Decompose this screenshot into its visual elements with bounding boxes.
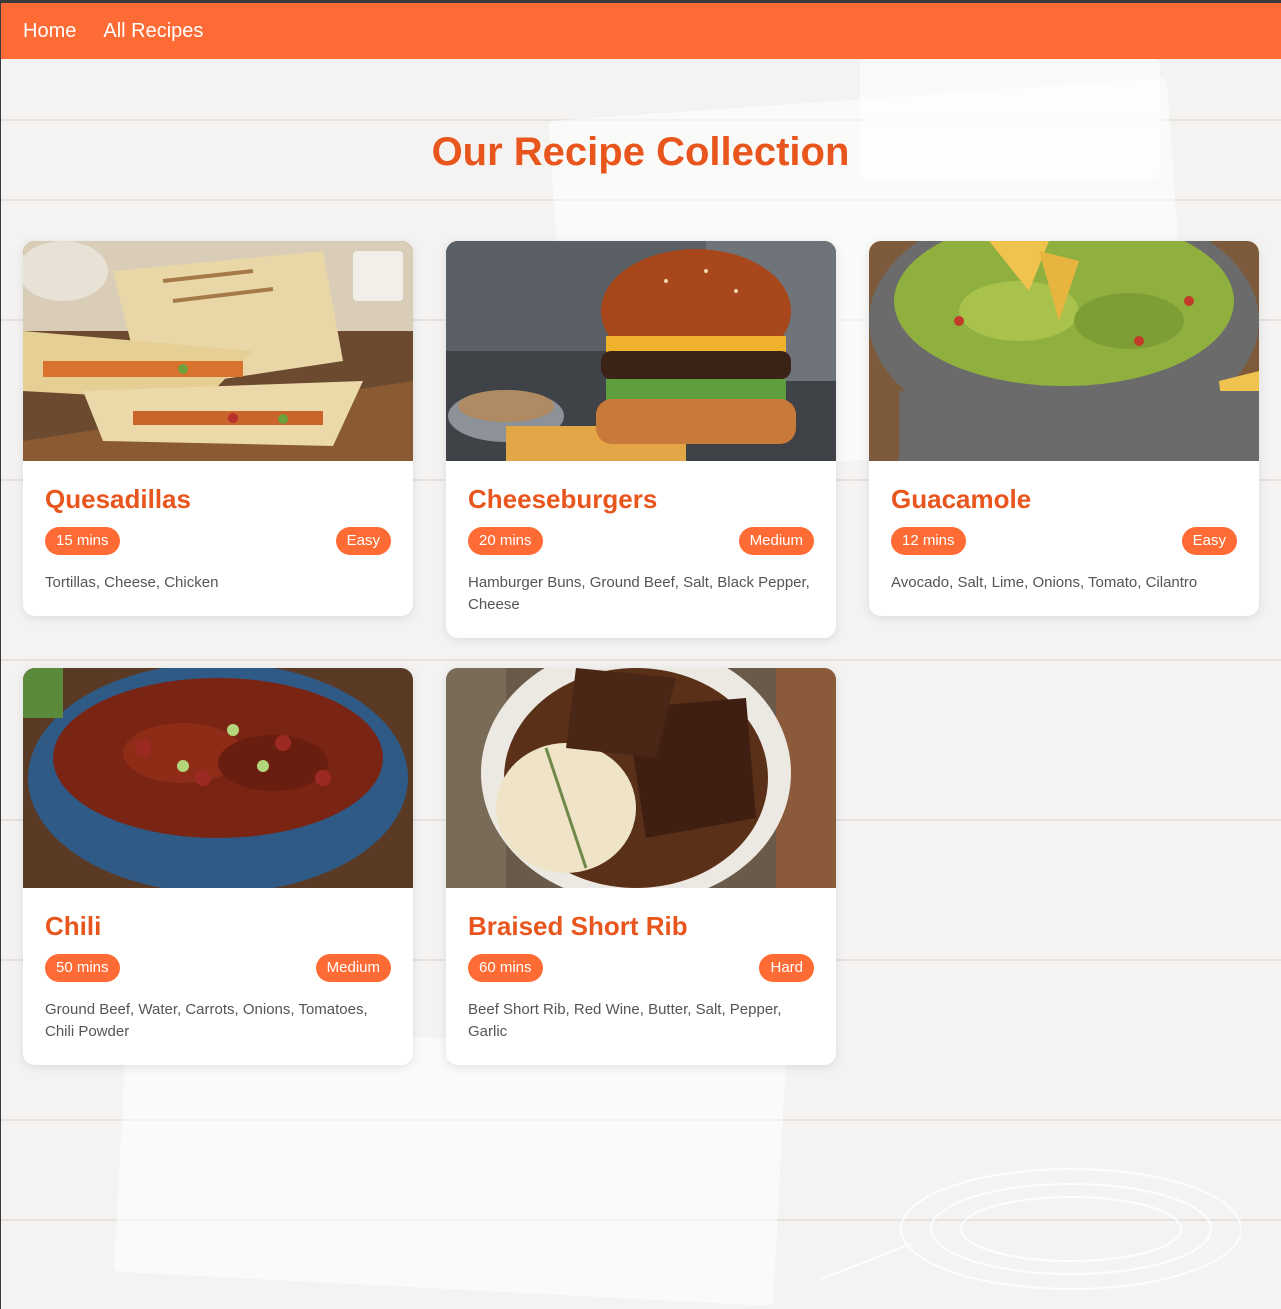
page-title: Our Recipe Collection <box>431 130 850 174</box>
recipe-title: Cheeseburgers <box>468 484 658 514</box>
time-badge: 50 mins <box>45 954 120 982</box>
difficulty-badge: Medium <box>315 954 391 982</box>
quesadilla-photo <box>23 241 413 461</box>
difficulty-badge: Hard <box>759 954 814 982</box>
nav-home-link[interactable]: Home <box>23 20 76 43</box>
recipe-card[interactable]: Guacamole 12 mins Easy Avocado, Salt, Li… <box>869 241 1259 616</box>
ingredients-list: Ground Beef, Water, Carrots, Onions, Tom… <box>45 1001 368 1040</box>
nav-all-recipes-link[interactable]: All Recipes <box>103 20 203 43</box>
time-badge: 60 mins <box>468 954 543 982</box>
recipe-card[interactable]: Cheeseburgers 20 mins Medium Hamburger B… <box>446 241 836 638</box>
cheeseburger-photo <box>446 241 836 461</box>
difficulty-badge: Easy <box>335 527 391 555</box>
difficulty-badge: Easy <box>1181 527 1237 555</box>
ingredients-list: Avocado, Salt, Lime, Onions, Tomato, Cil… <box>891 574 1198 591</box>
time-badge: 12 mins <box>891 527 966 555</box>
recipe-card[interactable]: Quesadillas 15 mins Easy Tortillas, Chee… <box>23 241 413 616</box>
ingredients-list: Beef Short Rib, Red Wine, Butter, Salt, … <box>468 1001 782 1040</box>
guacamole-photo <box>869 241 1259 461</box>
ingredients-list: Hamburger Buns, Ground Beef, Salt, Black… <box>468 574 810 613</box>
chili-photo <box>23 668 413 888</box>
whisk-decoration-icon <box>821 1168 1241 1290</box>
recipe-title: Guacamole <box>891 484 1032 514</box>
short-rib-photo <box>446 668 836 888</box>
recipe-title: Chili <box>45 911 102 941</box>
recipe-title: Quesadillas <box>45 484 191 514</box>
recipe-card[interactable]: Braised Short Rib 60 mins Hard Beef Shor… <box>446 668 836 1065</box>
time-badge: 20 mins <box>468 527 543 555</box>
recipe-title: Braised Short Rib <box>468 911 688 941</box>
navbar: Home All Recipes <box>0 3 1281 59</box>
time-badge: 15 mins <box>45 527 120 555</box>
recipe-card[interactable]: Chili 50 mins Medium Ground Beef, Water,… <box>23 668 413 1065</box>
difficulty-badge: Medium <box>738 527 814 555</box>
ingredients-list: Tortillas, Cheese, Chicken <box>45 574 219 591</box>
window-left-border <box>0 0 1 1309</box>
